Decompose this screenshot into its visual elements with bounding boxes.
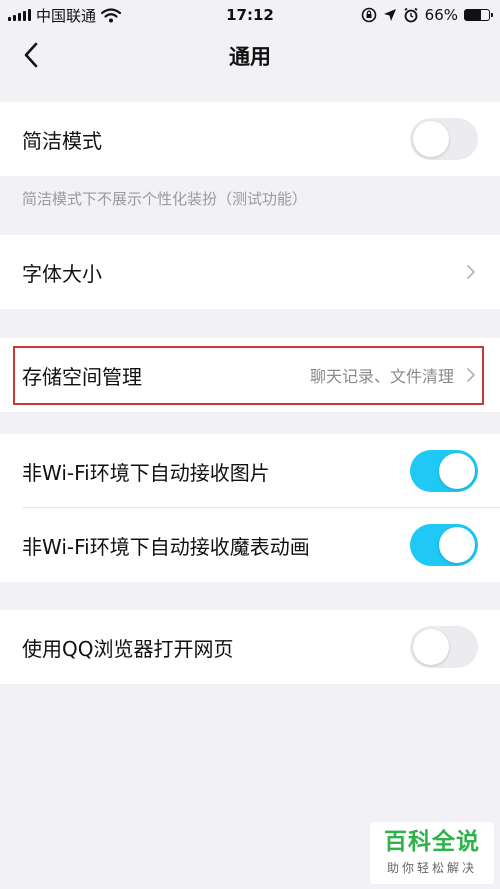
auto-magic-emoji-row: 非Wi-Fi环境下自动接收魔表动画 bbox=[0, 508, 500, 582]
page-title: 通用 bbox=[229, 45, 271, 69]
status-right: 66% bbox=[361, 6, 500, 24]
qq-browser-row: 使用QQ浏览器打开网页 bbox=[0, 610, 500, 684]
watermark-subtitle: 助你轻松解决 bbox=[386, 861, 477, 876]
chevron-right-icon bbox=[467, 265, 475, 279]
battery-percent: 66% bbox=[424, 6, 458, 24]
storage-group: 存储空间管理 聊天记录、文件清理 bbox=[0, 338, 500, 412]
status-left: 中国联通 bbox=[0, 5, 122, 26]
back-button[interactable] bbox=[14, 38, 48, 72]
simple-mode-group: 简洁模式 bbox=[0, 102, 500, 176]
qq-browser-label: 使用QQ浏览器打开网页 bbox=[22, 636, 234, 661]
simple-mode-note: 简洁模式下不展示个性化装扮（测试功能） bbox=[22, 190, 308, 208]
watermark-logo: 百科全说 助你轻松解决 bbox=[370, 822, 494, 884]
battery-icon bbox=[464, 9, 493, 21]
auto-images-label: 非Wi-Fi环境下自动接收图片 bbox=[22, 460, 270, 485]
nav-bar: 通用 bbox=[0, 30, 500, 82]
simple-mode-label: 简洁模式 bbox=[22, 128, 102, 153]
location-icon bbox=[383, 9, 396, 21]
storage-row[interactable]: 存储空间管理 聊天记录、文件清理 bbox=[0, 338, 500, 412]
storage-label: 存储空间管理 bbox=[22, 364, 142, 389]
qq-browser-toggle[interactable] bbox=[410, 626, 478, 668]
auto-receive-group: 非Wi-Fi环境下自动接收图片 非Wi-Fi环境下自动接收魔表动画 bbox=[0, 434, 500, 582]
alarm-icon bbox=[404, 7, 418, 23]
font-size-group: 字体大小 bbox=[0, 235, 500, 309]
chevron-right-icon bbox=[467, 368, 475, 382]
auto-magic-emoji-label: 非Wi-Fi环境下自动接收魔表动画 bbox=[22, 534, 310, 559]
simple-mode-toggle[interactable] bbox=[410, 118, 478, 160]
signal-icon bbox=[8, 9, 31, 21]
watermark-title: 百科全说 bbox=[384, 828, 480, 855]
simple-mode-row: 简洁模式 bbox=[0, 102, 500, 176]
storage-right: 聊天记录、文件清理 bbox=[310, 363, 478, 387]
auto-images-toggle[interactable] bbox=[410, 450, 478, 492]
font-size-row[interactable]: 字体大小 bbox=[0, 235, 500, 309]
rotation-lock-icon bbox=[361, 7, 376, 23]
carrier-name: 中国联通 bbox=[36, 6, 97, 25]
auto-magic-emoji-toggle[interactable] bbox=[410, 524, 478, 566]
chevron-left-icon bbox=[24, 42, 38, 68]
status-bar: 中国联通 17:12 66% bbox=[0, 0, 500, 30]
storage-detail: 聊天记录、文件清理 bbox=[309, 367, 454, 386]
browser-group: 使用QQ浏览器打开网页 bbox=[0, 610, 500, 684]
auto-images-row: 非Wi-Fi环境下自动接收图片 bbox=[0, 434, 500, 508]
wifi-icon bbox=[101, 7, 122, 22]
font-size-label: 字体大小 bbox=[22, 261, 102, 286]
